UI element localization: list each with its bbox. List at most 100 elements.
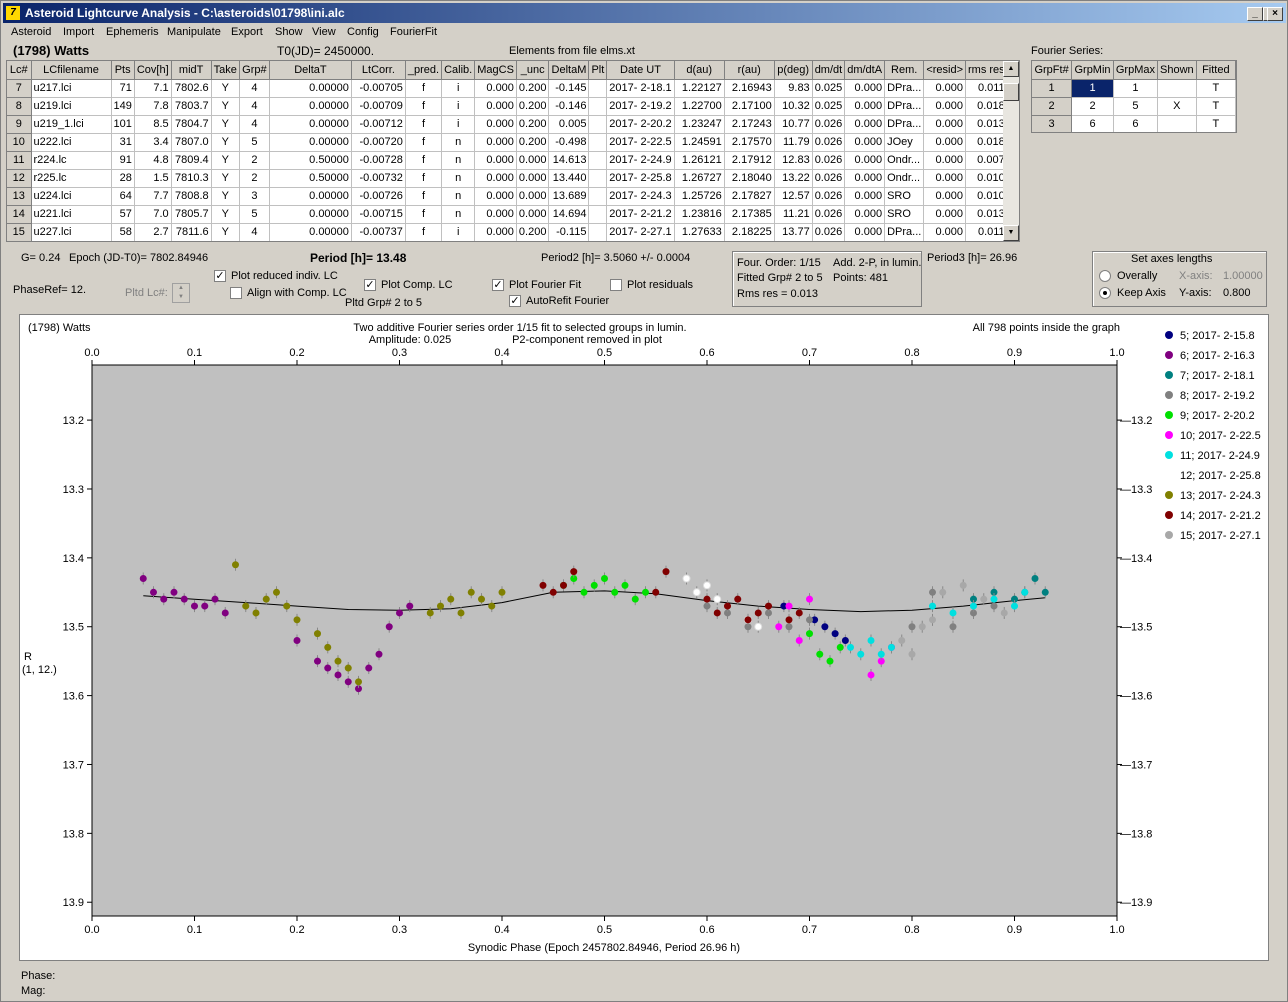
pltd-lc-spinner[interactable]: ▲ ▼ [172, 283, 190, 303]
table-cell[interactable]: Ondr... [884, 151, 925, 170]
table-cell[interactable]: 0.00000 [269, 115, 352, 134]
table-cell[interactable]: 0.026 [812, 169, 846, 188]
table-cell[interactable]: 7808.8 [171, 187, 212, 206]
table-cell[interactable]: 0.00000 [269, 205, 352, 224]
fourier-cell[interactable]: 1 [1113, 79, 1159, 98]
table-cell[interactable]: 2.18040 [724, 169, 775, 188]
table-cell[interactable]: 0.50000 [269, 151, 352, 170]
table-cell[interactable]: Y [211, 97, 240, 116]
table-cell[interactable]: 2017- 2-21.2 [606, 205, 675, 224]
column-header[interactable]: Plt [588, 61, 608, 80]
title-bar[interactable]: 7 Asteroid Lightcurve Analysis - C:\aste… [3, 3, 1286, 23]
column-header[interactable]: dm/dtA [844, 61, 886, 80]
table-cell[interactable]: DPra... [884, 79, 925, 98]
column-header[interactable]: midT [171, 61, 212, 80]
table-cell[interactable]: 0.000 [474, 205, 517, 224]
table-cell[interactable] [588, 169, 608, 188]
table-cell[interactable]: 0.000 [844, 223, 886, 241]
table-cell[interactable]: 0.000 [516, 151, 550, 170]
table-cell[interactable]: 31 [111, 133, 135, 152]
fourier-column-header[interactable]: GrpMin [1071, 61, 1114, 80]
table-cell[interactable]: -0.00705 [351, 79, 406, 98]
phaseref-value[interactable]: PhaseRef= 12. [13, 284, 86, 296]
table-cell[interactable]: 13.440 [548, 169, 590, 188]
align-comp-checkbox[interactable] [230, 287, 242, 299]
table-cell[interactable]: f [405, 223, 443, 241]
column-header[interactable]: MagCS [474, 61, 517, 80]
table-cell[interactable]: -0.00709 [351, 97, 406, 116]
table-cell[interactable]: 2017- 2-27.1 [606, 223, 675, 241]
column-header[interactable]: Pts [111, 61, 135, 80]
table-cell[interactable]: 0.005 [548, 115, 590, 134]
table-cell[interactable]: 2.17243 [724, 115, 775, 134]
table-cell[interactable]: 0.011 [965, 223, 1008, 241]
table-cell[interactable]: 2.17100 [724, 97, 775, 116]
table-cell[interactable]: n [441, 187, 476, 206]
table-cell[interactable]: 1.26727 [674, 169, 725, 188]
table-cell[interactable]: 91 [111, 151, 135, 170]
column-header[interactable]: p(deg) [774, 61, 813, 80]
table-cell[interactable]: r225.lc [31, 169, 112, 188]
menu-view[interactable]: View [312, 26, 336, 38]
fourier-column-header[interactable]: GrpMax [1113, 61, 1159, 80]
column-header[interactable]: Grp# [239, 61, 270, 80]
table-cell[interactable]: Y [211, 205, 240, 224]
fourier-row[interactable]: 111T [1032, 79, 1236, 98]
column-header[interactable]: Take [211, 61, 240, 80]
table-cell[interactable]: 0.013 [965, 205, 1008, 224]
table-cell[interactable]: 1.27633 [674, 223, 725, 241]
column-header[interactable]: rms res [965, 61, 1008, 80]
table-cell[interactable]: 12 [7, 169, 32, 188]
table-cell[interactable]: 13 [7, 187, 32, 206]
table-cell[interactable]: 11 [7, 151, 32, 170]
table-cell[interactable]: -0.00715 [351, 205, 406, 224]
table-cell[interactable]: 1.26121 [674, 151, 725, 170]
table-cell[interactable]: 0.007 [965, 151, 1008, 170]
table-cell[interactable]: 3 [239, 187, 270, 206]
yaxis-value[interactable]: 0.800 [1223, 287, 1251, 299]
plot-reduced-checkbox[interactable]: ✓ [214, 270, 226, 282]
table-cell[interactable]: 9.83 [774, 79, 813, 98]
table-cell[interactable]: 3.4 [134, 133, 172, 152]
table-cell[interactable]: 0.00000 [269, 223, 352, 241]
table-cell[interactable]: -0.00726 [351, 187, 406, 206]
table-cell[interactable] [588, 133, 608, 152]
plot-fourier-checkbox[interactable]: ✓ [492, 279, 504, 291]
table-cell[interactable]: 0.000 [516, 205, 550, 224]
fourier-cell[interactable]: 1 [1071, 79, 1114, 98]
column-header[interactable]: Cov[h] [134, 61, 172, 80]
table-cell[interactable]: 0.000 [923, 151, 967, 170]
table-cell[interactable]: 2017- 2-19.2 [606, 97, 675, 116]
column-header[interactable]: r(au) [724, 61, 775, 80]
table-cell[interactable]: 7807.0 [171, 133, 212, 152]
table-cell[interactable]: 7.0 [134, 205, 172, 224]
table-cell[interactable]: 9 [7, 115, 32, 134]
table-cell[interactable]: 0.200 [516, 223, 550, 241]
table-cell[interactable]: r224.lc [31, 151, 112, 170]
table-cell[interactable]: 13.689 [548, 187, 590, 206]
table-cell[interactable]: -0.00728 [351, 151, 406, 170]
table-cell[interactable]: 0.018 [965, 97, 1008, 116]
overally-radio[interactable] [1099, 270, 1111, 282]
table-cell[interactable]: 2017- 2-20.2 [606, 115, 675, 134]
fourier-row[interactable]: 366T [1032, 115, 1236, 132]
table-cell[interactable]: 0.00000 [269, 187, 352, 206]
table-cell[interactable]: Y [211, 151, 240, 170]
fourier-cell[interactable]: T [1196, 97, 1236, 116]
plot-comp-checkbox[interactable]: ✓ [364, 279, 376, 291]
table-cell[interactable]: 0.200 [516, 79, 550, 98]
table-cell[interactable]: 10.77 [774, 115, 813, 134]
column-header[interactable]: Calib. [441, 61, 476, 80]
table-cell[interactable]: 4 [239, 79, 270, 98]
table-cell[interactable] [588, 151, 608, 170]
table-cell[interactable]: 0.000 [474, 169, 517, 188]
table-cell[interactable]: 0.000 [923, 187, 967, 206]
table-cell[interactable]: 28 [111, 169, 135, 188]
lightcurve-table[interactable]: Lc# LCfilename Pts Cov[h] midT Take Grp# DeltaT… [6, 60, 1020, 242]
table-cell[interactable] [588, 79, 608, 98]
table-cell[interactable]: 0.000 [844, 133, 886, 152]
fourier-cell[interactable]: 3 [1032, 115, 1073, 132]
table-cell[interactable]: 0.026 [812, 151, 846, 170]
table-cell[interactable]: i [441, 79, 476, 98]
table-cell[interactable]: 2 [239, 169, 270, 188]
